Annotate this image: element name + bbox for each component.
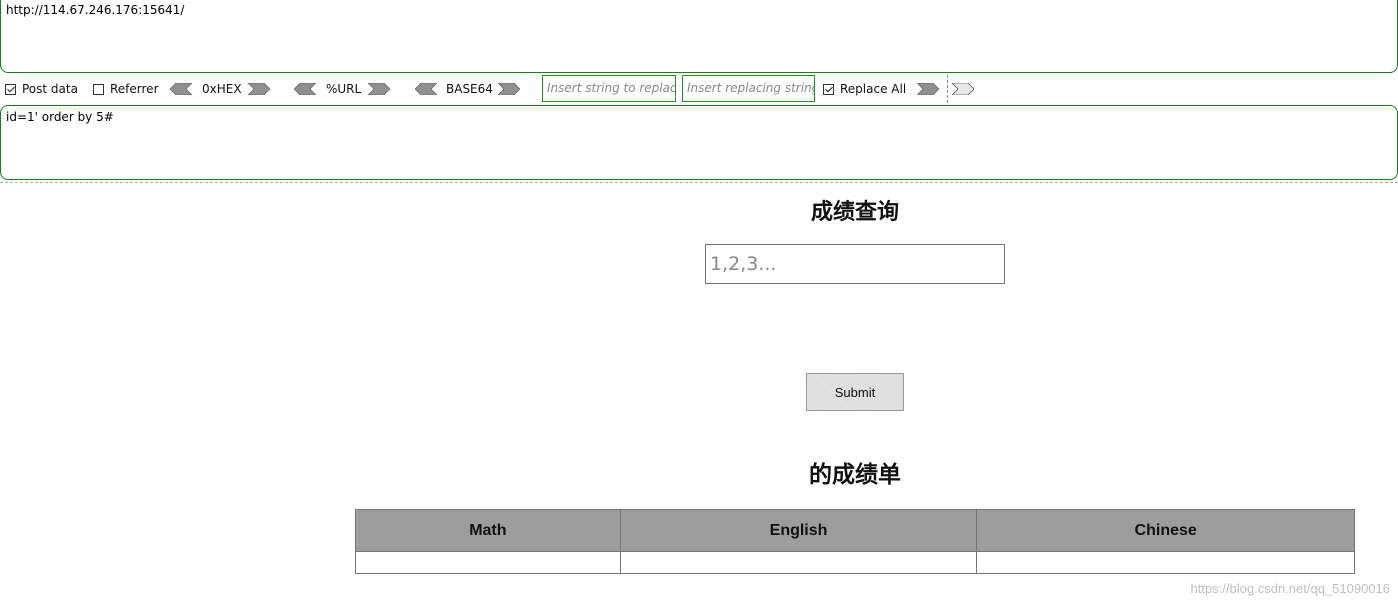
post-data-textarea[interactable]: id=1' order by 5# <box>0 105 1398 180</box>
url-label-wrap: %URL <box>326 74 361 104</box>
toolbar-separator <box>947 75 948 103</box>
hackbar-divider <box>0 182 1398 183</box>
referrer-toggle[interactable]: Referrer <box>93 74 159 104</box>
submit-button[interactable]: Submit <box>806 373 904 411</box>
post-data-text: id=1' order by 5# <box>6 110 114 124</box>
post-data-checkbox[interactable] <box>5 83 16 95</box>
cell-chinese <box>976 551 1355 574</box>
post-data-label: Post data <box>22 82 78 96</box>
score-table: Math English Chinese <box>355 509 1355 574</box>
hex-decode-icon[interactable] <box>170 74 192 104</box>
url-encode-label: %URL <box>326 82 362 96</box>
replace-all-label: Replace All <box>840 82 907 96</box>
hackbar-toolbar: Post data Referrer 0xHEX %URL BASE64 Ins… <box>0 74 1398 104</box>
replace-string-input[interactable]: Insert string to replace <box>542 75 676 102</box>
cell-english <box>619 551 978 574</box>
post-data-toggle[interactable]: Post data <box>5 74 78 104</box>
table-row <box>355 551 1355 574</box>
next-arrow-icon[interactable] <box>952 74 974 104</box>
base64-label: BASE64 <box>446 82 493 96</box>
header-english: English <box>619 509 978 552</box>
score-id-input[interactable]: 1,2,3... <box>705 244 1005 284</box>
replace-all-toggle[interactable]: Replace All <box>823 74 906 104</box>
report-title: 的成绩单 <box>809 462 901 488</box>
url-text: http://114.67.246.176:15641/ <box>6 3 185 17</box>
watermark: https://blog.csdn.net/qq_51090016 <box>1190 581 1391 596</box>
replacing-string-input[interactable]: Insert replacing string <box>682 75 815 102</box>
page-title: 成绩查询 <box>810 200 899 225</box>
referrer-checkbox[interactable] <box>93 83 104 95</box>
header-math: Math <box>355 509 621 552</box>
url-decode-icon[interactable] <box>294 74 316 104</box>
referrer-label: Referrer <box>110 82 159 96</box>
base64-decode-icon[interactable] <box>415 74 437 104</box>
base64-label-wrap: BASE64 <box>446 74 493 104</box>
replace-run-icon[interactable] <box>917 74 939 104</box>
hex-label: 0xHEX <box>202 82 242 96</box>
url-encode-icon[interactable] <box>368 74 390 104</box>
table-header-row: Math English Chinese <box>355 509 1355 552</box>
header-chinese: Chinese <box>976 509 1355 552</box>
hex-encode-icon[interactable] <box>248 74 270 104</box>
hex-label-wrap: 0xHEX <box>202 74 242 104</box>
base64-encode-icon[interactable] <box>498 74 520 104</box>
replace-all-checkbox[interactable] <box>823 83 834 95</box>
cell-math <box>355 551 621 574</box>
url-textarea[interactable]: http://114.67.246.176:15641/ <box>0 0 1398 73</box>
